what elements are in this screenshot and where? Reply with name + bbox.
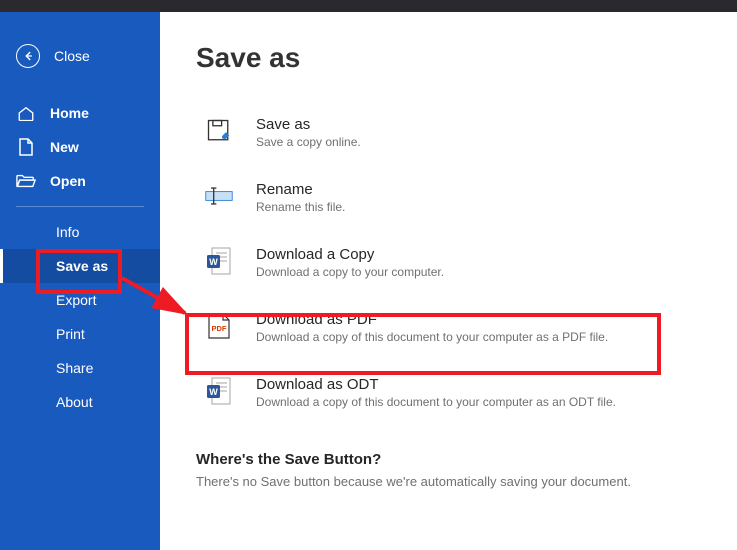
- sidebar-item-share[interactable]: Share: [0, 351, 160, 385]
- option-title: Rename: [256, 181, 701, 198]
- sidebar-item-info[interactable]: Info: [0, 215, 160, 249]
- sidebar-item-home[interactable]: Home: [0, 96, 160, 130]
- new-label: New: [50, 139, 79, 155]
- new-file-icon: [16, 138, 36, 156]
- open-label: Open: [50, 173, 86, 189]
- option-download-odt[interactable]: W Download as ODT Download a copy of thi…: [196, 364, 709, 421]
- footer-section: Where's the Save Button? There's no Save…: [196, 451, 709, 489]
- save-as-icon: [204, 116, 234, 146]
- option-desc: Download a copy of this document to your…: [256, 395, 701, 409]
- option-save-as[interactable]: Save as Save a copy online.: [196, 104, 709, 161]
- option-title: Download as PDF: [256, 311, 701, 328]
- backstage-sidebar: Close Home New Open Info Save as Export …: [0, 12, 160, 550]
- pdf-icon: PDF: [204, 311, 234, 341]
- main-content: Save as Save as Save a copy online. Rena…: [160, 12, 737, 550]
- svg-text:PDF: PDF: [212, 324, 227, 333]
- open-folder-icon: [16, 172, 36, 190]
- sidebar-item-print[interactable]: Print: [0, 317, 160, 351]
- option-desc: Rename this file.: [256, 200, 701, 214]
- home-label: Home: [50, 105, 89, 121]
- odt-doc-icon: W: [204, 376, 234, 406]
- back-arrow-icon: [16, 44, 40, 68]
- option-title: Save as: [256, 116, 701, 133]
- close-label: Close: [54, 48, 90, 64]
- page-title: Save as: [196, 42, 709, 74]
- option-desc: Download a copy of this document to your…: [256, 330, 701, 344]
- option-title: Download as ODT: [256, 376, 701, 393]
- sidebar-item-open[interactable]: Open: [0, 164, 160, 198]
- sidebar-item-saveas[interactable]: Save as: [0, 249, 160, 283]
- window-titlebar-fragment: [0, 0, 737, 12]
- home-icon: [16, 104, 36, 122]
- close-button[interactable]: Close: [0, 36, 160, 96]
- option-download-copy[interactable]: W Download a Copy Download a copy to you…: [196, 234, 709, 291]
- svg-text:W: W: [209, 387, 218, 397]
- option-desc: Save a copy online.: [256, 135, 701, 149]
- footer-title: Where's the Save Button?: [196, 451, 709, 468]
- word-doc-icon: W: [204, 246, 234, 276]
- option-download-pdf[interactable]: PDF Download as PDF Download a copy of t…: [196, 299, 709, 356]
- footer-desc: There's no Save button because we're aut…: [196, 474, 709, 489]
- sidebar-item-about[interactable]: About: [0, 385, 160, 419]
- sidebar-divider: [16, 206, 144, 207]
- sidebar-item-export[interactable]: Export: [0, 283, 160, 317]
- option-desc: Download a copy to your computer.: [256, 265, 701, 279]
- option-title: Download a Copy: [256, 246, 701, 263]
- rename-icon: [204, 181, 234, 211]
- option-rename[interactable]: Rename Rename this file.: [196, 169, 709, 226]
- svg-text:W: W: [209, 257, 218, 267]
- sidebar-item-new[interactable]: New: [0, 130, 160, 164]
